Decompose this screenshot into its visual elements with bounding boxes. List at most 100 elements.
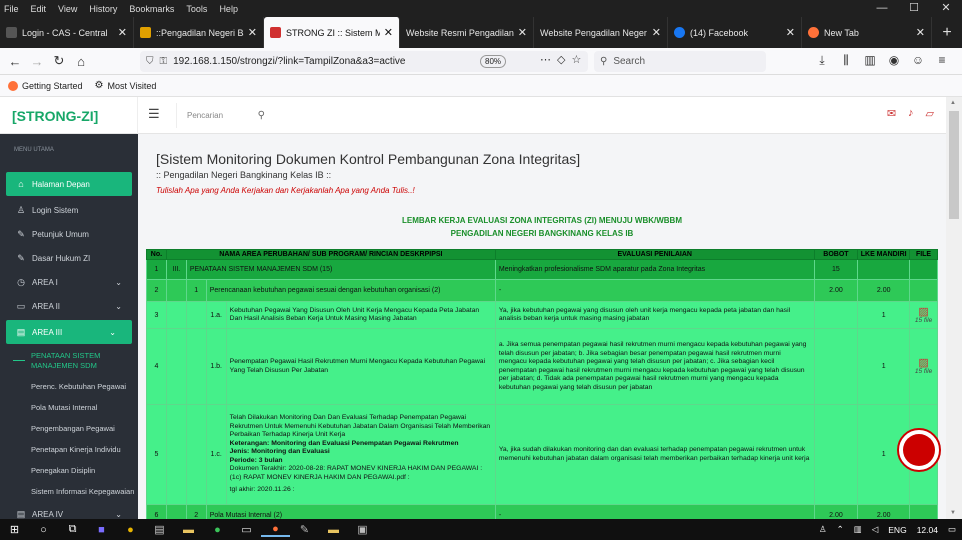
people-icon[interactable]: ♙ bbox=[819, 524, 827, 535]
close-icon[interactable]: ✕ bbox=[652, 26, 661, 39]
chevron-down-icon: ⌄ bbox=[115, 277, 122, 287]
sidebar-item-area-3[interactable]: ▤ AREA III ⌄ bbox=[6, 320, 132, 344]
app-icon[interactable]: ▤ bbox=[145, 523, 174, 536]
volume-icon[interactable]: ◁ bbox=[872, 524, 879, 535]
bookmark-star-icon[interactable]: ☆ bbox=[571, 54, 587, 66]
tab-strong-zi[interactable]: STRONG ZI :: Sistem M ✕ bbox=[264, 17, 400, 48]
scroll-down-icon[interactable]: ▼ bbox=[950, 510, 956, 516]
app-search-input[interactable]: Pencarian ⚲ bbox=[176, 103, 271, 128]
reload-icon[interactable]: ↻ bbox=[48, 53, 70, 69]
menu-edit[interactable]: Edit bbox=[31, 4, 47, 14]
sidebar-item-login-sistem[interactable]: ♙ Login Sistem bbox=[0, 198, 138, 222]
close-icon[interactable]: ✕ bbox=[118, 26, 127, 39]
file-link[interactable]: ▨ 15 file bbox=[909, 328, 938, 405]
tab-website-pengadilan[interactable]: Website Pengadilan Neger ✕ bbox=[534, 17, 668, 48]
task-view-icon[interactable]: ⧉ bbox=[58, 523, 87, 536]
new-tab-button[interactable]: + bbox=[932, 17, 962, 48]
account-icon[interactable]: ☺ bbox=[906, 53, 930, 68]
sidebar-item-area-1[interactable]: ◷ AREA I ⌄ bbox=[0, 270, 138, 294]
bell-icon[interactable]: ♪ bbox=[908, 107, 914, 120]
app-icon[interactable]: ▣ bbox=[348, 523, 377, 536]
download-icon[interactable]: ⤓ bbox=[810, 53, 834, 68]
table-row: 5 1.c. Telah Dilakukan Monitoring Dan Da… bbox=[146, 404, 938, 505]
sidebar-icon[interactable]: ▥ bbox=[858, 53, 882, 68]
sidebar-subitem-penetapan-kinerja[interactable]: Penetapan Kinerja Individu bbox=[0, 439, 138, 460]
cell-bobot bbox=[813, 328, 859, 405]
cell-file bbox=[909, 504, 938, 519]
hamburger-icon[interactable]: ☰ bbox=[148, 106, 160, 122]
tab-website-resmi[interactable]: Website Resmi Pengadilan ✕ bbox=[400, 17, 534, 48]
close-icon[interactable]: ✕ bbox=[916, 26, 925, 39]
sidebar-subitem-perenc-kebutuhan[interactable]: Perenc. Kebutuhan Pegawai bbox=[0, 376, 138, 397]
table-row: 2 1 Perencanaan kebutuhan pegawai sesuai… bbox=[146, 279, 938, 302]
menu-tools[interactable]: Tools bbox=[186, 4, 207, 14]
menu-file[interactable]: File bbox=[4, 4, 19, 14]
zona-integritas-badge-icon[interactable] bbox=[897, 428, 941, 472]
tab-pengadilan-negeri[interactable]: ::Pengadilan Negeri Ba ✕ bbox=[134, 17, 264, 48]
sidebar-subitem-pola-mutasi[interactable]: Pola Mutasi Internal bbox=[0, 397, 138, 418]
app-icon[interactable]: ✎ bbox=[290, 523, 319, 536]
app-icon[interactable]: ▭ bbox=[232, 523, 261, 536]
sidebar-item-halaman-depan[interactable]: ⌂ Halaman Depan bbox=[6, 172, 132, 196]
close-window-button[interactable]: ✕ bbox=[930, 0, 962, 17]
file-link[interactable]: ▨ 15 file bbox=[909, 301, 938, 329]
chevron-up-icon[interactable]: ⌃ bbox=[837, 524, 844, 535]
chrome-icon[interactable]: ● bbox=[116, 524, 145, 536]
sidebar-subitem-sistem-informasi[interactable]: Sistem Informasi Kepegawaian bbox=[0, 481, 138, 502]
close-icon[interactable]: ✕ bbox=[248, 26, 257, 39]
bookmark-most-visited[interactable]: ⚙ Most Visited bbox=[95, 80, 157, 91]
network-icon[interactable]: ▥ bbox=[854, 524, 862, 535]
menu-bookmarks[interactable]: Bookmarks bbox=[129, 4, 174, 14]
home-icon[interactable]: ⌂ bbox=[70, 54, 92, 69]
scroll-up-icon[interactable]: ▲ bbox=[950, 100, 956, 106]
url-bar[interactable]: ⛉ ⚿ 192.168.1.150/strongzi/?link=TampilZ… bbox=[140, 51, 588, 72]
sidebar-item-petunjuk-umum[interactable]: ✎ Petunjuk Umum bbox=[0, 222, 138, 246]
sidebar-subitem-penegakan-disiplin[interactable]: Penegakan Disiplin bbox=[0, 460, 138, 481]
cell-bobot bbox=[813, 404, 859, 505]
maximize-button[interactable]: ☐ bbox=[898, 0, 930, 17]
folder-icon[interactable]: ▬ bbox=[319, 524, 348, 536]
hamburger-menu-icon[interactable]: ≡ bbox=[930, 53, 954, 68]
app-icon[interactable]: ● bbox=[203, 524, 232, 536]
notification-icon[interactable]: ▱ bbox=[926, 107, 934, 120]
language-indicator[interactable]: ENG bbox=[888, 525, 906, 535]
close-icon[interactable]: ✕ bbox=[786, 26, 795, 39]
close-icon[interactable]: ✕ bbox=[518, 26, 527, 39]
notification-icon[interactable]: ▭ bbox=[948, 524, 956, 535]
cell-name-detail: Telah Dilakukan Monitoring Dan Dan Evalu… bbox=[225, 404, 496, 505]
mail-icon[interactable]: ✉ bbox=[887, 107, 896, 120]
extensions-icon[interactable]: ◉ bbox=[882, 53, 906, 68]
pocket-icon[interactable]: ◇ bbox=[557, 54, 571, 66]
back-icon[interactable]: ← bbox=[4, 54, 26, 69]
close-icon[interactable]: ✕ bbox=[384, 26, 393, 39]
sidebar-item-area-2[interactable]: ▭ AREA II ⌄ bbox=[0, 294, 138, 318]
tab-login-cas[interactable]: Login - CAS - Central ✕ bbox=[0, 17, 134, 48]
folder-icon[interactable]: ▬ bbox=[174, 524, 203, 536]
menu-history[interactable]: History bbox=[89, 4, 117, 14]
menu-view[interactable]: View bbox=[58, 4, 77, 14]
search-bar[interactable]: ⚲ Search bbox=[594, 51, 766, 72]
main-content: [Sistem Monitoring Dokumen Kontrol Pemba… bbox=[138, 134, 946, 519]
tab-new-tab[interactable]: New Tab ✕ bbox=[802, 17, 932, 48]
page-scrollbar[interactable]: ▲ ▼ bbox=[946, 97, 962, 519]
item-document-link[interactable]: Dokumen Terakhir: 2020-08-28: RAPAT MONE… bbox=[230, 465, 492, 482]
firefox-icon[interactable]: ● bbox=[261, 523, 290, 537]
library-icon[interactable]: ⫼ bbox=[834, 53, 858, 68]
tab-facebook[interactable]: (14) Facebook ✕ bbox=[668, 17, 802, 48]
app-logo[interactable]: [STRONG-ZI] bbox=[0, 97, 138, 134]
forward-icon[interactable]: → bbox=[26, 54, 48, 69]
search-icon[interactable]: ○ bbox=[29, 524, 58, 536]
more-icon[interactable]: ⋯ bbox=[540, 54, 557, 66]
minimize-button[interactable]: — bbox=[866, 0, 898, 17]
bookmark-getting-started[interactable]: Getting Started bbox=[8, 80, 83, 91]
clock[interactable]: 12.04 bbox=[917, 525, 938, 535]
zoom-level[interactable]: 80% bbox=[480, 55, 507, 68]
sidebar-subitem-penataan-sdm[interactable]: PENATAAN SISTEM MANAJEMEN SDM bbox=[0, 346, 138, 376]
app-icon[interactable]: ■ bbox=[87, 524, 116, 536]
sidebar-subitem-pengembangan[interactable]: Pengembangan Pegawai bbox=[0, 418, 138, 439]
scrollbar-thumb[interactable] bbox=[949, 111, 959, 219]
windows-start-icon[interactable]: ⊞ bbox=[0, 523, 29, 536]
sidebar-item-area-4[interactable]: ▤ AREA IV ⌄ bbox=[0, 502, 138, 519]
menu-help[interactable]: Help bbox=[219, 4, 238, 14]
sidebar-item-dasar-hukum[interactable]: ✎ Dasar Hukum ZI bbox=[0, 246, 138, 270]
